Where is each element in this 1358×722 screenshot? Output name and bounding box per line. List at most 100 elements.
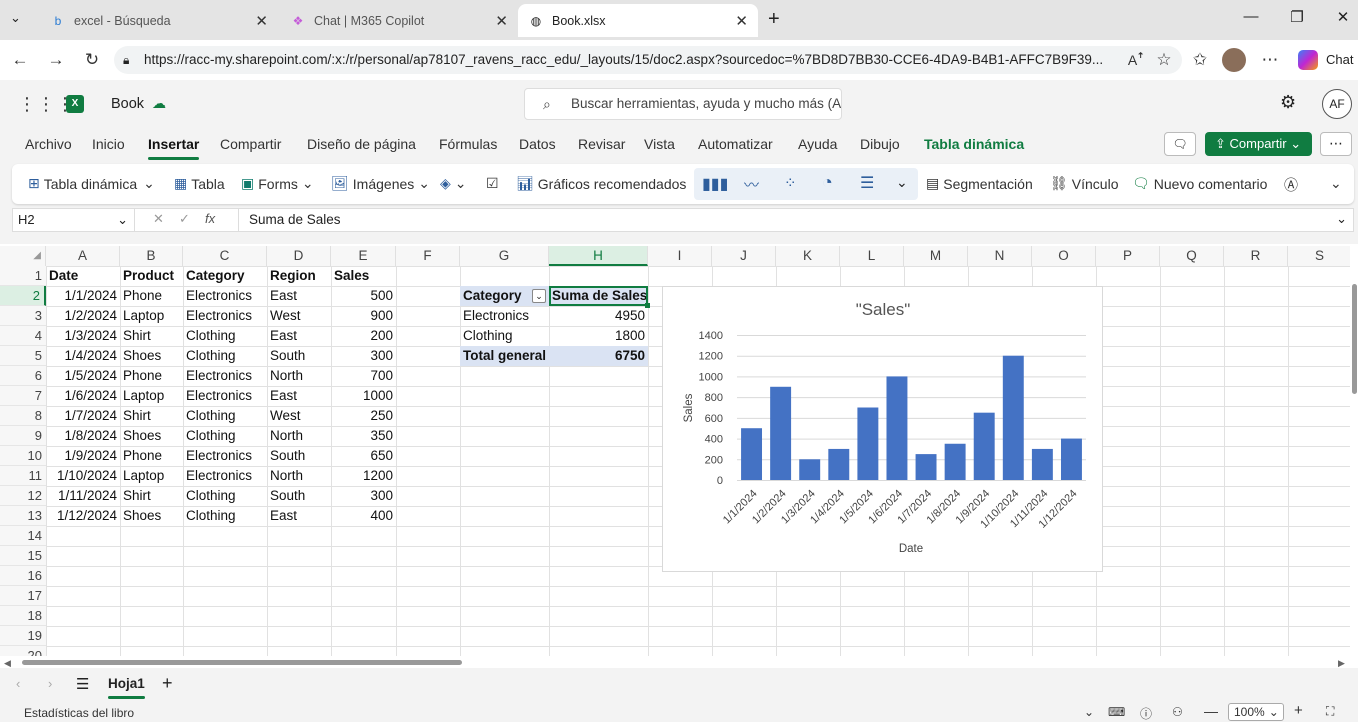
pivot-row-label[interactable]: Clothing <box>460 326 549 346</box>
data-cell[interactable]: Shoes <box>120 506 183 526</box>
data-cell[interactable]: 650 <box>331 446 396 466</box>
data-cell[interactable]: West <box>267 306 331 326</box>
tab-list-chevron-icon[interactable]: ⌄ <box>10 10 21 26</box>
slicer-button[interactable]: ▤ Segmentación <box>926 175 1033 192</box>
data-cell[interactable]: East <box>267 286 331 306</box>
minimize-icon[interactable]: — <box>1236 8 1266 25</box>
data-cell[interactable]: Shirt <box>120 486 183 506</box>
text-box-icon[interactable]: Ⓐ <box>1284 175 1298 195</box>
keyboard-icon[interactable]: ⌨ <box>1108 705 1125 719</box>
fill-handle[interactable] <box>645 303 650 308</box>
shapes-button[interactable]: ◈ ⌄ <box>440 175 467 192</box>
cancel-icon[interactable]: ✕ <box>153 211 164 227</box>
feedback-icon[interactable]: ⚇ <box>1172 705 1183 719</box>
ribbon-expand-chevron-icon[interactable]: ⌄ <box>1330 175 1342 192</box>
data-cell[interactable]: East <box>267 326 331 346</box>
document-name[interactable]: Book <box>111 96 144 112</box>
enter-icon[interactable]: ✓ <box>179 211 190 227</box>
pivot-table-button[interactable]: ⊞ Tabla dinámica ⌄ <box>28 175 155 192</box>
bar-chart-icon[interactable]: ▮▮▮ <box>702 174 728 194</box>
checkbox-button[interactable]: ☑ <box>486 175 503 192</box>
column-header-F[interactable]: F <box>396 246 460 266</box>
new-tab-icon[interactable]: + <box>768 8 780 31</box>
data-cell[interactable]: 1200 <box>331 466 396 486</box>
row-header-15[interactable]: 15 <box>0 546 46 566</box>
data-cell[interactable]: North <box>267 466 331 486</box>
column-header-R[interactable]: R <box>1224 246 1288 266</box>
row-header-16[interactable]: 16 <box>0 566 46 586</box>
data-cell[interactable]: Phone <box>120 286 183 306</box>
new-comment-button[interactable]: 🗨︎ Nuevo comentario <box>1132 175 1267 192</box>
data-cell[interactable]: Electronics <box>183 466 267 486</box>
browser-tab-search[interactable]: b excel - Búsqueda ✕ <box>40 4 278 37</box>
data-cell[interactable]: East <box>267 506 331 526</box>
prev-sheet-icon[interactable]: ‹ <box>16 676 20 691</box>
share-button[interactable]: ⇪ Compartir ⌄ <box>1205 132 1312 156</box>
data-cell[interactable]: 350 <box>331 426 396 446</box>
user-avatar[interactable]: AF <box>1322 89 1352 119</box>
row-header-9[interactable]: 9 <box>0 426 46 446</box>
data-cell[interactable]: 1/11/2024 <box>46 486 120 506</box>
search-input[interactable]: ⌕ Buscar herramientas, ayuda y mucho más… <box>524 88 842 120</box>
data-cell[interactable]: Electronics <box>183 286 267 306</box>
pivot-row-label[interactable]: Electronics <box>460 306 549 326</box>
data-cell[interactable]: South <box>267 446 331 466</box>
column-header-K[interactable]: K <box>776 246 840 266</box>
more-options-icon[interactable]: ⋯ <box>1320 132 1352 156</box>
data-cell[interactable]: Clothing <box>183 346 267 366</box>
row-header-7[interactable]: 7 <box>0 386 46 406</box>
data-cell[interactable]: Clothing <box>183 486 267 506</box>
tab-revisar[interactable]: Revisar <box>578 136 625 152</box>
data-cell[interactable]: Clothing <box>183 426 267 446</box>
function-icon[interactable]: fx <box>205 211 215 226</box>
row-header-4[interactable]: 4 <box>0 326 46 346</box>
data-cell[interactable]: Electronics <box>183 306 267 326</box>
close-icon[interactable]: ✕ <box>735 12 748 30</box>
maximize-icon[interactable]: ❐ <box>1282 8 1312 26</box>
data-cell[interactable]: 1000 <box>331 386 396 406</box>
chevron-down-icon[interactable]: ⌄ <box>1336 211 1347 227</box>
data-cell[interactable]: Shoes <box>120 426 183 446</box>
column-header-A[interactable]: A <box>46 246 120 266</box>
next-sheet-icon[interactable]: › <box>48 676 52 691</box>
column-header-M[interactable]: M <box>904 246 968 266</box>
column-header-B[interactable]: B <box>120 246 183 266</box>
vertical-scrollbar[interactable] <box>1350 244 1358 656</box>
forward-icon[interactable]: → <box>44 48 68 72</box>
workbook-stats[interactable]: Estadísticas del libro <box>24 706 134 720</box>
data-cell[interactable]: 1/1/2024 <box>46 286 120 306</box>
header-cell[interactable]: Product <box>120 266 183 286</box>
favorite-star-icon[interactable]: ☆ <box>1152 48 1176 72</box>
vertical-scroll-thumb[interactable] <box>1352 284 1357 394</box>
tab-datos[interactable]: Datos <box>519 136 556 152</box>
data-cell[interactable]: 1/12/2024 <box>46 506 120 526</box>
data-cell[interactable]: 1/8/2024 <box>46 426 120 446</box>
tab-archivo[interactable]: Archivo <box>25 136 72 152</box>
pivot-value[interactable]: 4950 <box>549 306 648 326</box>
tab-dibujo[interactable]: Dibujo <box>860 136 900 152</box>
copilot-icon[interactable] <box>1298 50 1318 70</box>
column-header-S[interactable]: S <box>1288 246 1352 266</box>
chevron-down-icon[interactable]: ⌄ <box>1084 705 1094 719</box>
name-box[interactable]: H2 ⌄ <box>13 209 135 231</box>
data-cell[interactable]: South <box>267 486 331 506</box>
add-sheet-icon[interactable]: + <box>162 673 173 694</box>
more-icon[interactable]: ⋯ <box>1258 48 1282 72</box>
close-icon[interactable]: ✕ <box>495 12 508 30</box>
column-header-G[interactable]: G <box>460 246 549 266</box>
data-cell[interactable]: Shoes <box>120 346 183 366</box>
tab-compartir[interactable]: Compartir <box>220 136 281 152</box>
data-cell[interactable]: 250 <box>331 406 396 426</box>
data-cell[interactable]: 900 <box>331 306 396 326</box>
chevron-down-icon[interactable]: ⌄ <box>896 174 908 191</box>
browser-tab-copilot[interactable]: ❖ Chat | M365 Copilot ✕ <box>280 4 518 37</box>
images-button[interactable]: 🖼︎ Imágenes ⌄ <box>331 175 430 192</box>
data-cell[interactable]: 1/5/2024 <box>46 366 120 386</box>
row-header-20[interactable]: 20 <box>0 646 46 656</box>
browser-tab-book[interactable]: ◍ Book.xlsx ✕ <box>518 4 758 37</box>
pivot-total-value[interactable]: 6750 <box>549 346 648 366</box>
help-icon[interactable]: ⓘ <box>1140 705 1152 722</box>
data-cell[interactable]: 1/9/2024 <box>46 446 120 466</box>
horizontal-scrollbar[interactable]: ◀ ▶ <box>0 656 1358 668</box>
scatter-chart-icon[interactable]: ⁘ <box>784 174 797 192</box>
